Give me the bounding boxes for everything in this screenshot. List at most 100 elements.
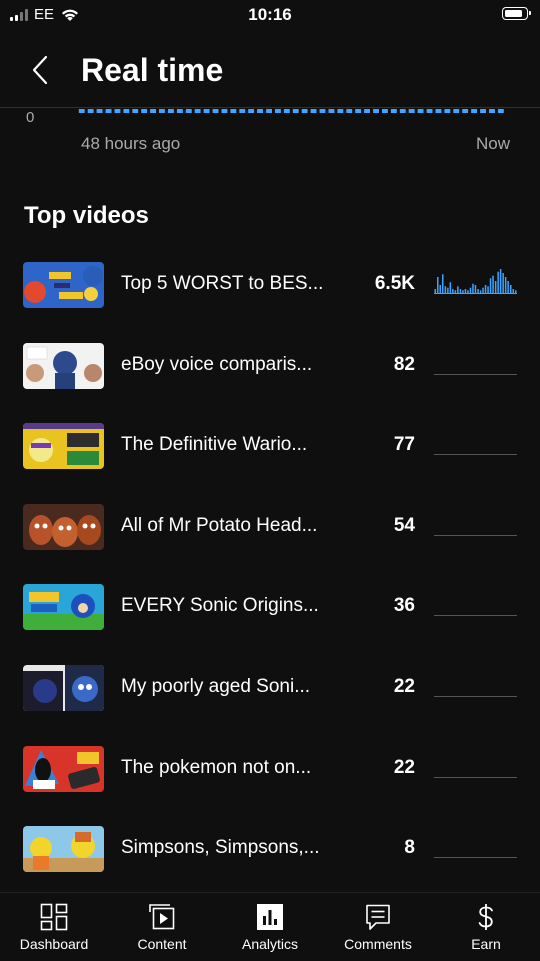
sparkline-bar (504, 277, 507, 293)
page-title: Real time (81, 52, 224, 88)
sparkline-bar (494, 281, 497, 293)
nav-item-dashboard[interactable]: Dashboard (0, 893, 108, 961)
chart-bar (364, 109, 370, 113)
sparkline-bar (489, 278, 492, 293)
chevron-left-icon (32, 55, 48, 85)
nav-item-earn[interactable]: Earn (432, 893, 540, 961)
chart-bar (96, 109, 103, 113)
sparkline-bar (474, 285, 477, 293)
chart-bar (444, 109, 451, 113)
chart-bar (159, 109, 165, 113)
video-title: eBoy voice comparis... (121, 353, 313, 375)
sparkline-bar (454, 290, 457, 293)
video-sparkline (434, 695, 517, 697)
video-thumbnail (23, 664, 104, 711)
chart-bar (168, 109, 174, 113)
video-views: 8 (404, 837, 415, 859)
video-views: 36 (393, 595, 415, 617)
video-title: All of Mr Potato Head... (121, 514, 318, 536)
chart-bar (373, 109, 379, 113)
video-thumbnail (23, 423, 104, 470)
video-row[interactable]: eBoy voice comparis... 82 (0, 326, 540, 407)
sparkline-bar (512, 289, 514, 293)
status-time: 10:16 (248, 5, 292, 24)
chart-bar (176, 109, 183, 113)
content-icon (147, 902, 177, 932)
sparkline-bar (462, 290, 464, 293)
back-button[interactable] (24, 50, 56, 90)
chart-bar (114, 109, 121, 113)
nav-item-content[interactable]: Content (108, 893, 216, 961)
chart-bar (248, 109, 255, 113)
video-thumbnail (23, 262, 104, 308)
sparkline-bar (492, 275, 494, 293)
video-title: My poorly aged Soni... (121, 675, 311, 697)
chart-bar (221, 109, 228, 113)
earn-icon (471, 902, 501, 932)
chart-bar (301, 109, 308, 113)
video-row[interactable]: The pokemon not on... 22 (0, 729, 540, 810)
video-row[interactable]: Simpsons, Simpsons,... 8 (0, 809, 540, 890)
video-sparkline (434, 857, 517, 859)
chart-bar (489, 109, 495, 113)
chart-bar (212, 109, 219, 113)
chart-bar (346, 109, 353, 113)
chart-bar (426, 109, 433, 113)
x-axis-end-label: Now (475, 134, 510, 153)
chart-bar (417, 109, 424, 113)
video-row[interactable]: My poorly aged Soni... 22 (0, 648, 540, 729)
sparkline-bar (437, 277, 439, 293)
video-views: 6.5K (374, 273, 415, 294)
header: Real time (0, 32, 540, 108)
video-row[interactable]: All of Mr Potato Head... 54 (0, 487, 540, 568)
video-title: EVERY Sonic Origins... (121, 595, 319, 617)
chart-bar (319, 109, 326, 113)
chart-bar (266, 109, 272, 113)
chart-bar (132, 109, 139, 113)
chart-bar (292, 109, 299, 113)
sparkline-bar (499, 269, 502, 293)
chart-bar (105, 109, 112, 113)
video-views: 82 (393, 353, 415, 375)
chart-bar (382, 109, 388, 113)
analytics-icon (255, 902, 285, 932)
bottom-nav: Dashboard Content Analytics Comments Ear… (0, 892, 540, 961)
realtime-chart: 0 48 hours ago Now (0, 108, 540, 168)
chart-bar (310, 109, 317, 113)
video-row[interactable]: EVERY Sonic Origins... 36 (0, 567, 540, 648)
video-thumbnail (23, 745, 104, 792)
sparkline-bar (449, 282, 452, 293)
video-title: The pokemon not on... (121, 756, 312, 778)
sparkline-bar (447, 287, 449, 293)
nav-label: Comments (344, 936, 412, 952)
nav-label: Analytics (241, 936, 299, 952)
sparkline-bar (442, 274, 444, 293)
chart-bar (399, 109, 406, 113)
chart-bar (194, 109, 201, 113)
nav-item-analytics[interactable]: Analytics (216, 893, 324, 961)
y-axis-zero-label: 0 (26, 109, 35, 126)
chart-bar (328, 109, 335, 113)
chart-bar (435, 109, 442, 113)
sparkline-bar (507, 281, 509, 293)
video-views: 54 (393, 514, 415, 536)
sparkline-bar (515, 290, 517, 293)
chart-bar (185, 109, 192, 113)
sparkline-bar (482, 287, 484, 293)
nav-item-comments[interactable]: Comments (324, 893, 432, 961)
sparkline-bar (469, 287, 472, 293)
chart-bar (257, 109, 263, 113)
comments-icon (363, 902, 393, 932)
video-row[interactable]: The Definitive Wario... 77 (0, 406, 540, 487)
chart-bar (87, 109, 94, 113)
sparkline-bar (457, 286, 459, 293)
chart-bar (203, 109, 210, 113)
video-row[interactable]: Top 5 WORST to BES... 6.5K (0, 245, 540, 326)
video-sparkline (434, 534, 517, 536)
sparkline-bar (502, 273, 504, 293)
sparkline-bar (439, 285, 441, 293)
sparkline-bar (444, 286, 447, 293)
nav-label: Earn (471, 936, 501, 952)
video-views: 22 (393, 675, 415, 697)
sparkline-bar (467, 290, 469, 293)
